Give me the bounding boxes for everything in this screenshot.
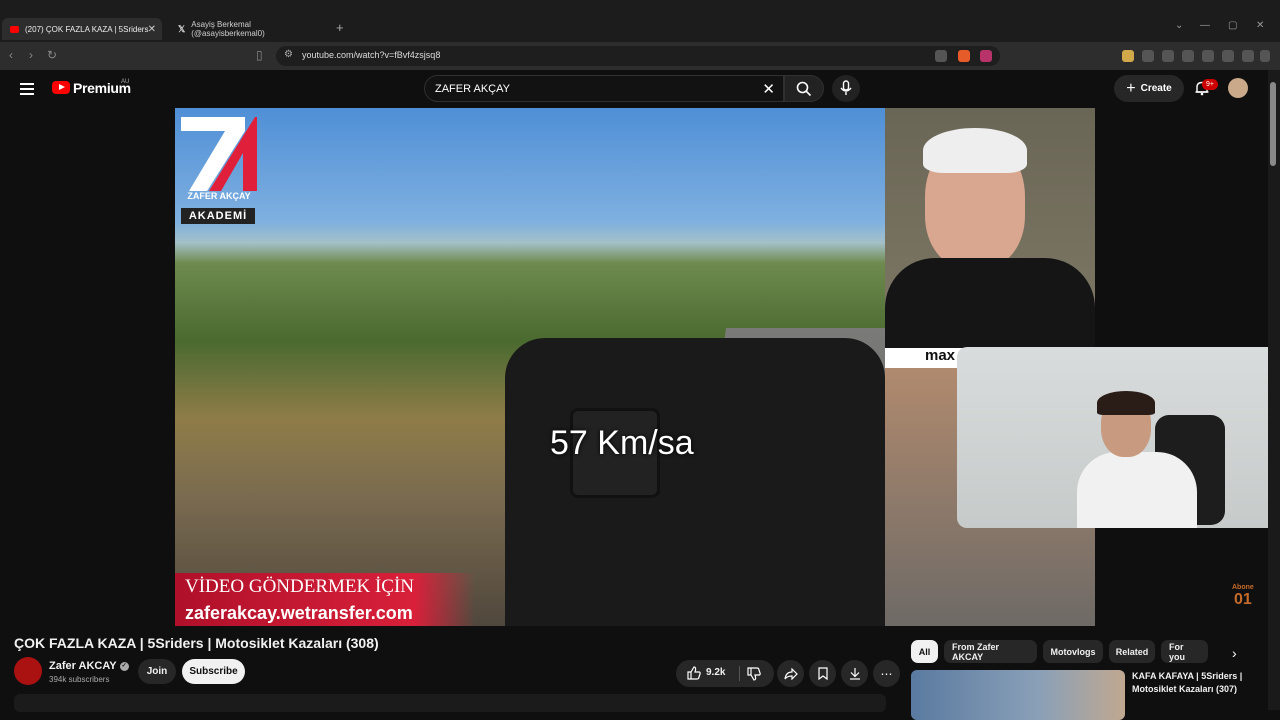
site-info-icon[interactable]: ⚙ xyxy=(284,49,293,60)
recommendation-title[interactable]: KAFA KAFAYA | 5Sriders | Motosiklet Kaza… xyxy=(1132,670,1252,696)
minimize-icon[interactable]: — xyxy=(1200,20,1210,31)
download-icon xyxy=(849,668,860,680)
extensions-puzzle-icon[interactable] xyxy=(1142,50,1154,62)
channel-avatar[interactable] xyxy=(14,657,42,685)
leo-ai-icon[interactable] xyxy=(1222,50,1234,62)
subscribe-watermark[interactable]: Abone 01 xyxy=(1232,584,1254,609)
tab-x[interactable]: 𝕏 Asayiş Berkemal (@asayisberkemal0) xyxy=(170,18,330,40)
page-scrollbar[interactable] xyxy=(1268,70,1280,710)
like-dislike-group: 9.2k xyxy=(676,660,774,687)
description-box[interactable] xyxy=(14,694,886,712)
create-label: Create xyxy=(1140,83,1172,94)
account-avatar[interactable] xyxy=(1228,78,1248,98)
vpn-icon[interactable] xyxy=(1242,50,1254,62)
microphone-icon xyxy=(840,80,852,95)
motorcycle-dashboard xyxy=(505,338,885,626)
chips-next-icon[interactable]: › xyxy=(1232,645,1237,661)
tab-youtube[interactable]: (207) ÇOK FAZLA KAZA | 5Sriders ✕ xyxy=(2,18,162,40)
channel-name[interactable]: Zafer AKCAY ✓ xyxy=(49,660,129,672)
search-button[interactable] xyxy=(784,75,824,102)
like-count: 9.2k xyxy=(706,667,726,678)
subscribe-button[interactable]: Subscribe xyxy=(182,659,245,684)
video-frame[interactable] xyxy=(175,108,885,626)
recommendation-thumbnail[interactable] xyxy=(911,670,1125,720)
url-field[interactable]: ⚙ youtube.com/watch?v=fBvf4zsjsq8 xyxy=(276,46,1000,66)
abone-value: 01 xyxy=(1233,591,1252,608)
search-input[interactable]: ZAFER AKÇAY ✕ xyxy=(424,75,784,102)
menu-icon[interactable] xyxy=(1260,50,1270,62)
more-actions-button[interactable]: ⋯ xyxy=(873,660,900,687)
video-title: ÇOK FAZLA KAZA | 5Sriders | Motosiklet K… xyxy=(14,635,379,651)
chip-for-you[interactable]: For you xyxy=(1161,640,1208,663)
abone-label: Abone xyxy=(1232,584,1254,591)
sponsor-text: max xyxy=(925,347,956,364)
wallet-icon[interactable] xyxy=(1202,50,1214,62)
channel-name-text: Zafer AKCAY xyxy=(49,660,117,672)
x-favicon-icon: 𝕏 xyxy=(178,23,186,34)
share-button[interactable] xyxy=(777,660,804,687)
bookmark-save-icon xyxy=(817,667,828,680)
presenter-hair xyxy=(923,128,1027,173)
hamburger-menu-icon[interactable] xyxy=(20,83,34,95)
cast-icon[interactable] xyxy=(935,50,947,62)
tab-close-icon[interactable]: ✕ xyxy=(148,24,156,35)
download-button[interactable] xyxy=(841,660,868,687)
create-button[interactable]: + Create xyxy=(1114,75,1184,102)
streamer-body xyxy=(1077,452,1197,528)
thumbs-down-icon[interactable] xyxy=(747,667,761,681)
plus-icon: + xyxy=(1126,79,1136,97)
share-icon xyxy=(783,667,798,680)
subscriber-count: 394k subscribers xyxy=(49,675,110,684)
chip-motovlogs[interactable]: Motovlogs xyxy=(1043,640,1103,663)
scrollbar-thumb[interactable] xyxy=(1270,82,1276,166)
chip-related[interactable]: Related xyxy=(1109,640,1155,663)
banner-line-2: zaferakcay.wetransfer.com xyxy=(175,601,475,626)
logo-subtitle: AKADEMİ xyxy=(181,208,255,224)
streamer-camera xyxy=(957,347,1280,528)
close-window-icon[interactable]: ✕ xyxy=(1256,20,1264,31)
youtube-favicon-icon xyxy=(10,25,19,33)
recommendation-title-line-2: Motosiklet Kazaları (307) xyxy=(1132,684,1238,694)
reload-icon[interactable]: ↻ xyxy=(47,48,57,62)
region-code: AU xyxy=(121,79,130,85)
tab-search-icon[interactable]: ⌄ xyxy=(1175,20,1183,31)
voice-search-button[interactable] xyxy=(832,75,860,102)
chip-all[interactable]: All xyxy=(911,640,938,663)
streamer-hair xyxy=(1097,391,1155,415)
sidebar-icon[interactable] xyxy=(1182,50,1194,62)
search-icon xyxy=(796,81,812,97)
tab-title: Asayiş Berkemal (@asayisberkemal0) xyxy=(191,20,265,38)
join-button[interactable]: Join xyxy=(138,659,176,684)
url-text: youtube.com/watch?v=fBvf4zsjsq8 xyxy=(302,50,441,60)
back-icon[interactable]: ‹ xyxy=(9,48,13,62)
recommendation-title-line-1: KAFA KAFAYA | 5Sriders | xyxy=(1132,671,1243,681)
extension-icon[interactable] xyxy=(1122,50,1134,62)
chip-from-channel[interactable]: From Zafer AKCAY xyxy=(944,640,1037,663)
logo-name: ZAFER AKÇAY xyxy=(187,191,251,201)
tab-title: (207) ÇOK FAZLA KAZA | 5Sriders xyxy=(25,24,149,34)
banner-line-1: VİDEO GÖNDERMEK İÇİN xyxy=(175,573,475,601)
bookmark-icon[interactable]: ▯ xyxy=(256,48,263,62)
thumbs-up-icon[interactable] xyxy=(687,666,701,680)
youtube-logo-icon[interactable] xyxy=(52,81,70,94)
verified-icon: ✓ xyxy=(119,661,129,671)
save-button[interactable] xyxy=(809,660,836,687)
forward-icon[interactable]: › xyxy=(29,48,33,62)
media-icon[interactable] xyxy=(1162,50,1174,62)
more-icon: ⋯ xyxy=(880,666,893,681)
new-tab-icon[interactable]: + xyxy=(336,20,344,35)
maximize-icon[interactable]: ▢ xyxy=(1228,20,1237,31)
speed-overlay: 57 Km/sa xyxy=(550,424,694,462)
notification-badge: 9+ xyxy=(1202,79,1218,90)
presenter-camera: max xyxy=(885,108,1095,368)
search-value: ZAFER AKÇAY xyxy=(435,83,510,95)
like-separator xyxy=(739,666,740,681)
brave-shield-icon[interactable] xyxy=(958,50,970,62)
clear-search-icon[interactable]: ✕ xyxy=(762,80,775,98)
brave-rewards-icon[interactable] xyxy=(980,50,992,62)
